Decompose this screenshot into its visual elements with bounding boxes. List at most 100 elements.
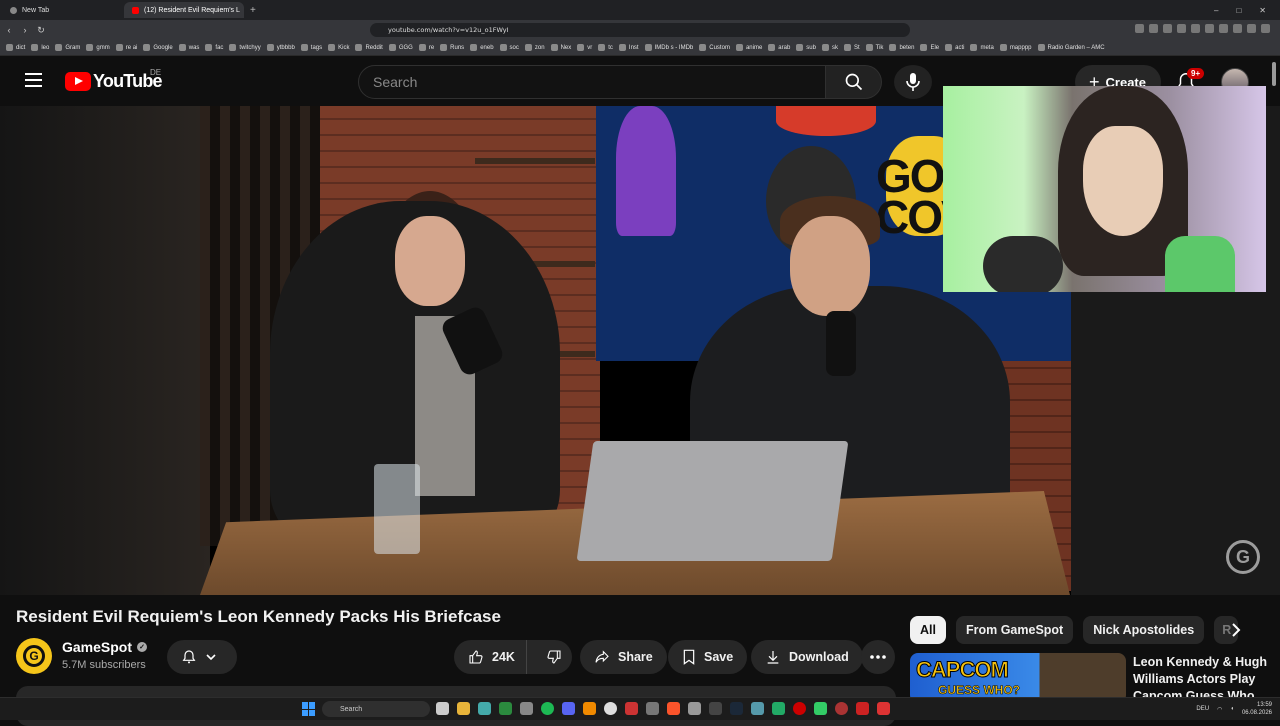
bookmark-item[interactable]: Inst <box>618 44 639 51</box>
minimize-button[interactable]: – <box>1214 6 1218 15</box>
extension-icon[interactable] <box>1163 24 1172 33</box>
like-button[interactable]: 24K <box>454 640 528 674</box>
recommended-video-title[interactable]: Leon Kennedy & Hugh Williams Actors Play… <box>1133 654 1268 700</box>
page-scrollbar[interactable] <box>1272 62 1276 86</box>
chevron-right-icon[interactable] <box>1226 620 1246 640</box>
app-icon[interactable] <box>436 702 449 715</box>
bookmark-item[interactable]: re ai <box>115 44 137 51</box>
app-icon[interactable] <box>772 702 785 715</box>
download-button[interactable]: Download <box>751 640 863 674</box>
bookmark-item[interactable]: fac <box>205 44 223 51</box>
opera-icon[interactable] <box>793 702 806 715</box>
discord-icon[interactable] <box>562 702 575 715</box>
save-button[interactable]: Save <box>668 640 748 674</box>
app-icon[interactable] <box>499 702 512 715</box>
new-tab-button[interactable]: + <box>250 5 256 16</box>
more-actions-button[interactable] <box>861 640 895 674</box>
chip-all[interactable]: All <box>910 616 946 644</box>
app-icon[interactable] <box>625 702 638 715</box>
bookmark-item[interactable]: vr <box>577 44 592 51</box>
bookmark-item[interactable]: gmm <box>86 44 110 51</box>
windows-start-icon[interactable] <box>302 702 316 716</box>
back-icon[interactable]: ‹ <box>2 25 16 35</box>
app-icon[interactable] <box>709 702 722 715</box>
bookmark-item[interactable]: Reddit <box>355 44 383 51</box>
url-field[interactable]: youtube.com/watch?v=v12u_o1FWyI <box>370 23 910 37</box>
bookmark-item[interactable]: meta <box>970 44 994 51</box>
bookmark-item[interactable]: Kick <box>328 44 349 51</box>
bookmark-item[interactable]: GGG <box>388 44 413 51</box>
bookmark-item[interactable]: ytbbbb <box>266 44 295 51</box>
extension-icon[interactable] <box>1261 24 1270 33</box>
extension-icon[interactable] <box>1177 24 1186 33</box>
bookmark-item[interactable]: Gram <box>55 44 80 51</box>
wifi-icon[interactable]: ◠ <box>1217 706 1222 713</box>
extension-icon[interactable] <box>1247 24 1256 33</box>
bookmark-item[interactable]: Radio Garden – AMC <box>1037 44 1105 51</box>
app-icon[interactable] <box>646 702 659 715</box>
app-icon[interactable] <box>688 702 701 715</box>
app-icon[interactable] <box>478 702 491 715</box>
bookmark-item[interactable]: St <box>843 44 860 51</box>
bookmark-item[interactable]: arab <box>768 44 790 51</box>
maximize-button[interactable]: □ <box>1236 6 1241 15</box>
extension-icon[interactable] <box>1191 24 1200 33</box>
chip-nick-apostolides[interactable]: Nick Apostolides <box>1083 616 1205 644</box>
spotify-icon[interactable] <box>541 702 554 715</box>
brave-icon[interactable] <box>667 702 680 715</box>
subscription-bell-button[interactable] <box>167 640 237 674</box>
channel-avatar[interactable]: G <box>16 638 52 674</box>
extension-icon[interactable] <box>1135 24 1144 33</box>
menu-icon[interactable] <box>25 73 42 87</box>
bookmark-item[interactable]: tags <box>300 44 322 51</box>
voice-search-button[interactable] <box>894 65 932 99</box>
app-icon[interactable] <box>520 702 533 715</box>
bookmark-item[interactable]: re <box>418 44 434 51</box>
app-icon[interactable] <box>751 702 764 715</box>
extension-icon[interactable] <box>1149 24 1158 33</box>
recommended-video-thumbnail[interactable]: CAPCOM GUESS WHO? <box>910 653 1126 703</box>
language-indicator[interactable]: DEU <box>1196 706 1209 712</box>
app-icon[interactable] <box>877 702 890 715</box>
bookmark-item[interactable]: twitchyy <box>229 44 261 51</box>
bookmark-item[interactable]: acti <box>945 44 964 51</box>
bookmark-item[interactable]: beten <box>889 44 914 51</box>
tab-new-tab[interactable]: New Tab <box>2 2 122 18</box>
bookmark-item[interactable]: Custom <box>699 44 730 51</box>
reload-icon[interactable]: ↻ <box>34 25 48 36</box>
bookmark-item[interactable]: Ele <box>920 44 939 51</box>
search-input[interactable]: Search <box>358 65 826 99</box>
app-icon[interactable] <box>814 702 827 715</box>
bookmark-item[interactable]: IMDb s - IMDb <box>644 44 693 51</box>
bookmark-item[interactable]: mapppp <box>999 44 1032 51</box>
bookmark-item[interactable]: sk <box>821 44 838 51</box>
vlc-icon[interactable] <box>583 702 596 715</box>
tab-youtube[interactable]: (12) Resident Evil Requiem's L ✕ <box>124 2 244 18</box>
bookmark-item[interactable]: eneb <box>470 44 494 51</box>
bookmark-item[interactable]: Tik <box>865 44 883 51</box>
forward-icon[interactable]: › <box>18 25 32 35</box>
bookmark-item[interactable]: zon <box>524 44 545 51</box>
folder-icon[interactable] <box>457 702 470 715</box>
bookmark-item[interactable]: anime <box>735 44 762 51</box>
bookmark-item[interactable]: Google <box>143 44 173 51</box>
bookmark-item[interactable]: dict <box>6 44 25 51</box>
dislike-button[interactable] <box>535 640 572 674</box>
chip-from-gamespot[interactable]: From GameSpot <box>955 616 1074 644</box>
bookmark-item[interactable]: tc <box>598 44 613 51</box>
extension-icon[interactable] <box>1205 24 1214 33</box>
bookmark-item[interactable]: was <box>178 44 199 51</box>
bookmark-item[interactable]: Nex <box>550 44 571 51</box>
clock[interactable]: 13:59 06.08.2026 <box>1242 701 1272 717</box>
steam-icon[interactable] <box>730 702 743 715</box>
app-icon[interactable] <box>856 702 869 715</box>
channel-name[interactable]: GameSpot ✓ <box>62 639 148 655</box>
volume-icon[interactable]: ◖ <box>1230 706 1234 712</box>
extension-icon[interactable] <box>1233 24 1242 33</box>
youtube-logo[interactable]: YouTube <box>65 71 163 92</box>
bookmark-item[interactable]: soc <box>499 44 519 51</box>
app-icon[interactable] <box>604 702 617 715</box>
bookmark-item[interactable]: sub <box>796 44 816 51</box>
taskbar-search[interactable]: Search <box>322 701 430 717</box>
extension-icon[interactable] <box>1219 24 1228 33</box>
